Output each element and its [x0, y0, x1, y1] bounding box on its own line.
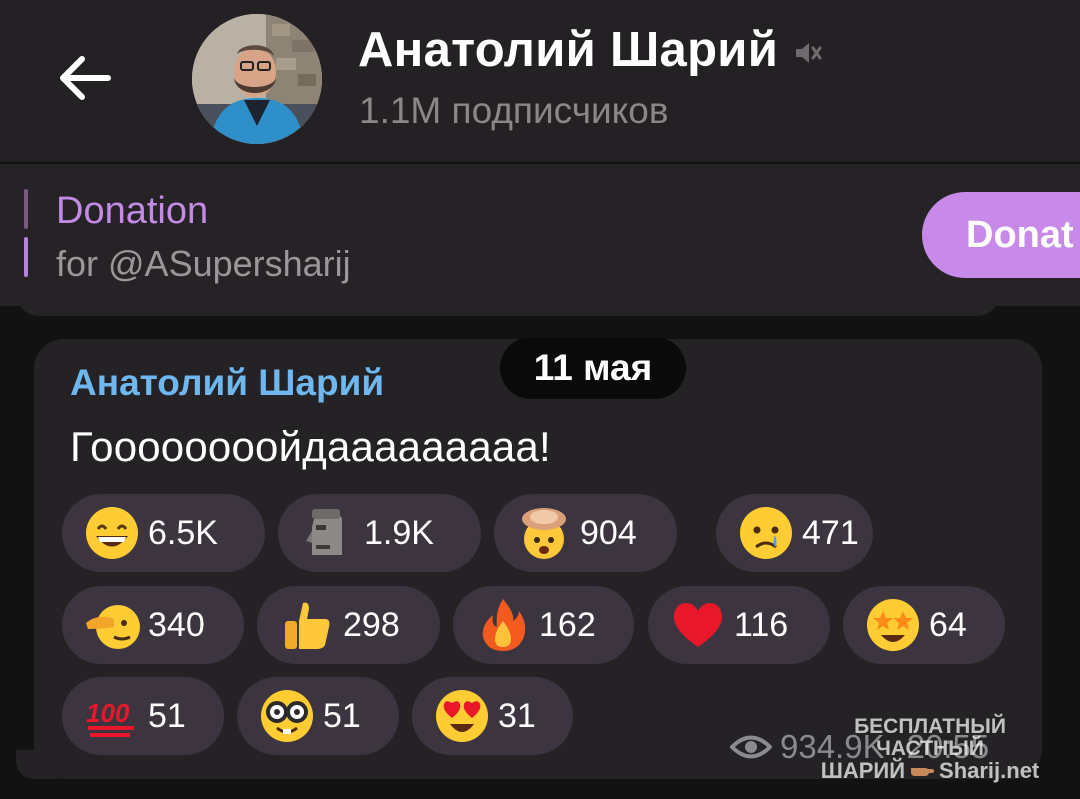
reaction-count: 51 [323, 696, 361, 735]
eye-icon [730, 735, 772, 759]
reaction-star-struck[interactable]: 64 [843, 586, 1005, 664]
reaction-count: 162 [539, 605, 596, 644]
pinned-banner-edge [18, 296, 998, 316]
thumbs-up-icon [279, 597, 335, 653]
reaction-moai[interactable]: 1.9K [278, 494, 481, 572]
arrow-left-icon [60, 56, 111, 100]
channel-title: Анатолий Шарий [358, 23, 779, 77]
reaction-count: 298 [343, 605, 400, 644]
reaction-count: 904 [580, 513, 637, 552]
watermark-line2: ШАРИЙ [820, 758, 906, 783]
pinned-indicator-active [24, 237, 28, 277]
reaction-saluting[interactable]: 340 [62, 586, 244, 664]
watermark-line3: Sharij.net [939, 758, 1040, 783]
watermark-line1: БЕСПЛАТНЫЙ ЧАСТНЫЙ [854, 715, 1006, 760]
subscriber-count: 1.1M подписчиков [359, 90, 669, 131]
reaction-count: 6.5K [148, 513, 218, 552]
reaction-count: 51 [148, 696, 186, 735]
reaction-count: 31 [498, 696, 536, 735]
star-struck-icon [865, 597, 921, 653]
pointing-hand-icon [911, 768, 935, 776]
grinning-face-icon [84, 505, 140, 561]
reaction-count: 1.9K [364, 513, 434, 552]
reaction-count: 340 [148, 605, 205, 644]
fire-icon [475, 597, 531, 653]
message-text: Гоооооооойдааааааааа! [70, 423, 551, 470]
pinned-title: Donation [56, 190, 209, 232]
reaction-heart[interactable]: 116 [648, 586, 830, 664]
reaction-count: 116 [734, 605, 789, 644]
reaction-hundred[interactable]: 100 51 [62, 677, 224, 755]
exploding-head-icon [516, 505, 572, 561]
nerd-face-icon [259, 688, 315, 744]
reaction-count: 471 [802, 513, 859, 552]
crying-face-icon [738, 505, 794, 561]
pinned-subtitle: for @ASupersharij [56, 243, 351, 284]
pinned-indicator [24, 189, 28, 229]
channel-avatar[interactable] [192, 14, 322, 144]
red-heart-icon [670, 597, 726, 653]
heart-eyes-icon [434, 688, 490, 744]
message-sender[interactable]: Анатолий Шарий [70, 362, 384, 404]
date-separator: 11 мая [500, 337, 686, 399]
saluting-face-icon [84, 597, 140, 653]
reaction-nerd[interactable]: 51 [237, 677, 399, 755]
back-button[interactable] [48, 42, 120, 114]
channel-title-row[interactable]: Анатолий Шарий [358, 22, 822, 78]
watermark-line2-row: ШАРИЙ Sharij.net [800, 760, 1060, 782]
reaction-exploding-head[interactable]: 904 [494, 494, 677, 572]
reaction-crying[interactable]: 471 [716, 494, 873, 572]
svg-text:100: 100 [86, 698, 130, 728]
donate-button[interactable]: Donat [922, 192, 1080, 278]
muted-speaker-icon [796, 43, 822, 63]
moai-icon [300, 505, 356, 561]
reaction-count: 64 [929, 605, 967, 644]
hundred-points-icon: 100 [84, 688, 140, 744]
reaction-heart-eyes[interactable]: 31 [412, 677, 573, 755]
reaction-fire[interactable]: 162 [453, 586, 634, 664]
reaction-grinning[interactable]: 6.5K [62, 494, 265, 572]
watermark: БЕСПЛАТНЫЙ ЧАСТНЫЙ ШАРИЙ Sharij.net [800, 716, 1060, 782]
reaction-thumbs-up[interactable]: 298 [257, 586, 440, 664]
